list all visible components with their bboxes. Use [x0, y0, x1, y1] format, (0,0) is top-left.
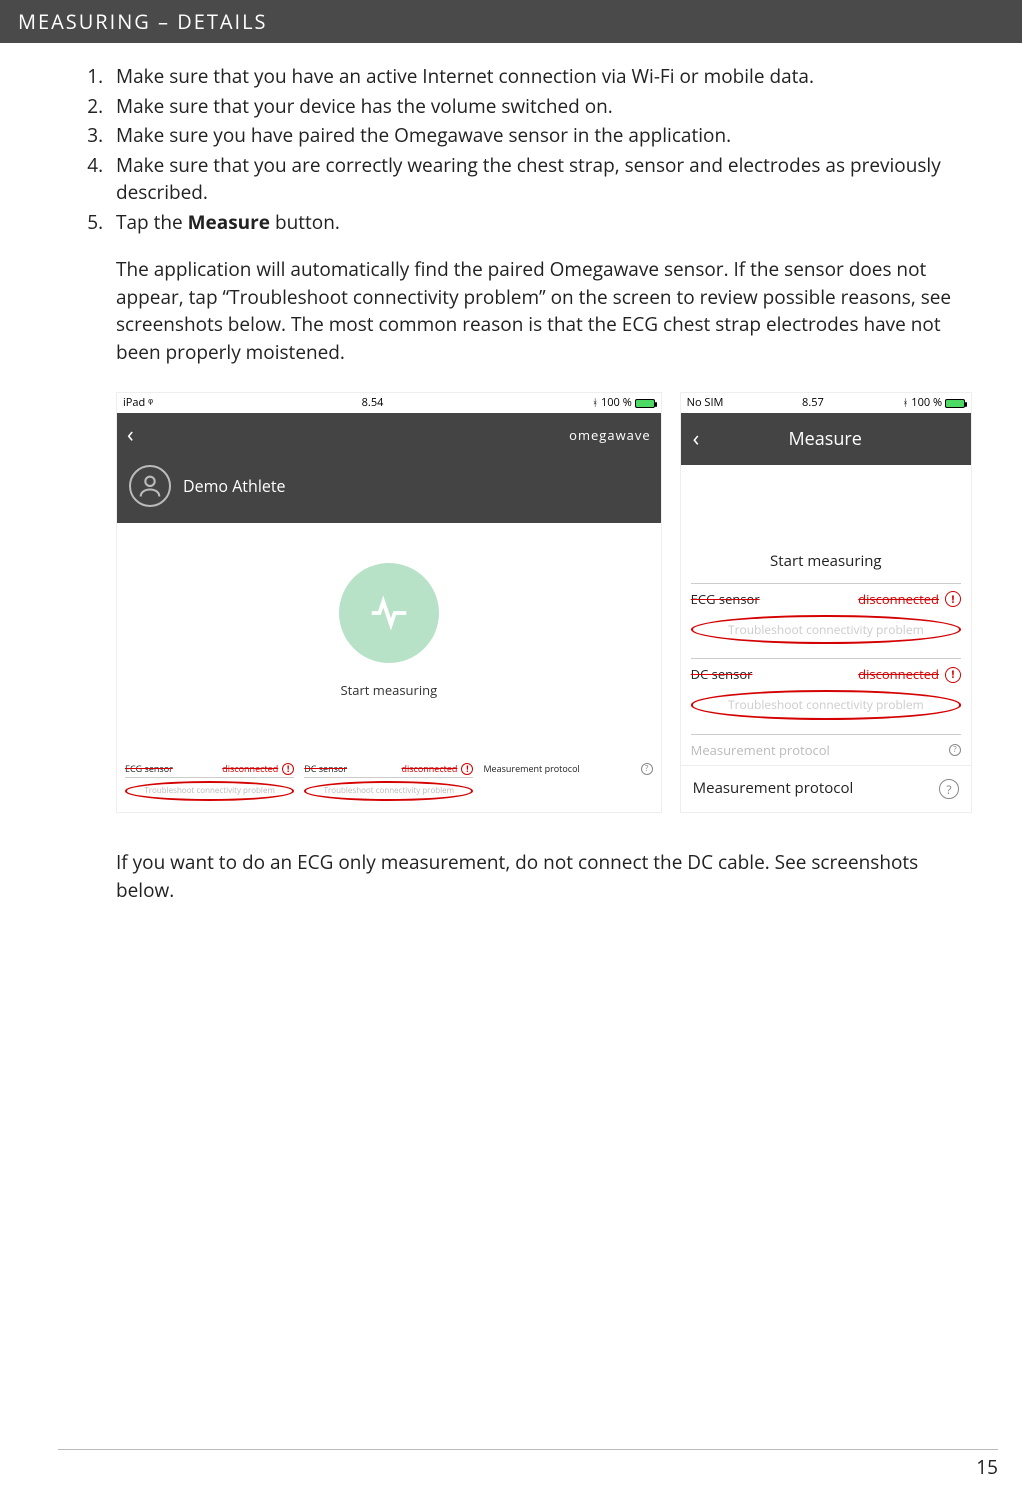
ecg-sensor-label: ECG sensor: [691, 590, 853, 609]
ipad-status-left: iPad ᵠ: [123, 395, 153, 411]
warning-icon: !: [945, 667, 961, 683]
brand-label: omegawave: [569, 426, 651, 445]
dc-column: DC sensor disconnected ! Troubleshoot co…: [304, 760, 473, 801]
help-icon[interactable]: ?: [641, 763, 653, 775]
warning-icon: !: [282, 763, 294, 775]
step-5-prefix: Tap the: [116, 209, 188, 235]
step-2: Make sure that your device has the volum…: [108, 93, 972, 121]
dc-troubleshoot[interactable]: Troubleshoot connectivity problem: [691, 690, 961, 719]
ipad-nav: ‹ omegawave: [117, 413, 661, 457]
ipad-start-area: Start measuring: [117, 523, 661, 710]
dc-troubleshoot[interactable]: Troubleshoot connectivity problem: [304, 781, 473, 801]
phone-nav: ‹ Measure: [681, 413, 971, 465]
step-5: Tap the Measure button.: [108, 209, 972, 237]
phone-ecg-group: ECG sensor disconnected ! Troubleshoot c…: [681, 583, 971, 644]
ipad-status-bar: iPad ᵠ 8.54 ᚼ 100 %: [117, 393, 661, 413]
user-name: Demo Athlete: [183, 475, 286, 498]
help-icon[interactable]: ?: [939, 779, 959, 799]
section-header: MEASURING – DETAILS: [0, 0, 1022, 43]
step-1: Make sure that you have an active Intern…: [108, 63, 972, 91]
protocol-label-faded: Measurement protocol: [691, 741, 943, 760]
battery-icon: [635, 399, 655, 408]
phone-start-label: Start measuring: [681, 545, 971, 583]
dc-status: disconnected: [401, 762, 457, 775]
protocol-label: Measurement protocol: [693, 778, 854, 800]
back-icon[interactable]: ‹: [127, 419, 135, 451]
phone-status-time: 8.57: [802, 395, 824, 411]
content-area: Make sure that you have an active Intern…: [0, 43, 1022, 904]
paragraph-1: The application will automatically find …: [50, 256, 972, 366]
ecg-status: disconnected: [222, 762, 278, 775]
avatar-icon: [129, 465, 171, 507]
paragraph-2: If you want to do an ECG only measuremen…: [50, 849, 972, 904]
battery-icon: [945, 399, 965, 408]
step-3: Make sure you have paired the Omegawave …: [108, 122, 972, 150]
ipad-status-right: ᚼ 100 %: [592, 395, 655, 411]
protocol-column: Measurement protocol ?: [483, 760, 652, 801]
screenshots-row: iPad ᵠ 8.54 ᚼ 100 % ‹ omegawave Demo Ath…: [50, 392, 972, 813]
ecg-sensor-label: ECG sensor: [125, 762, 218, 775]
ecg-troubleshoot[interactable]: Troubleshoot connectivity problem: [691, 615, 961, 644]
phone-protocol-faded: Measurement protocol ?: [681, 734, 971, 766]
ipad-sensors-row: ECG sensor disconnected ! Troubleshoot c…: [117, 710, 661, 809]
warning-icon: !: [945, 591, 961, 607]
phone-battery-pct: 100 %: [911, 395, 942, 410]
phone-dc-group: DC sensor disconnected ! Troubleshoot co…: [681, 658, 971, 719]
ipad-battery-pct: 100 %: [601, 395, 632, 410]
phone-protocol-row[interactable]: Measurement protocol ?: [681, 765, 971, 812]
phone-screenshot: No SIM 8.57 ᚼ 100 % ‹ Measure Start meas…: [680, 392, 972, 813]
protocol-label: Measurement protocol: [483, 762, 636, 775]
bluetooth-icon: ᚼ: [902, 395, 908, 409]
phone-status-right: ᚼ 100 %: [902, 395, 965, 411]
step-5-suffix: button.: [270, 209, 340, 235]
steps-list: Make sure that you have an active Intern…: [50, 63, 972, 236]
help-icon: ?: [949, 744, 961, 756]
ipad-user-row: Demo Athlete: [117, 457, 661, 523]
ecg-troubleshoot[interactable]: Troubleshoot connectivity problem: [125, 781, 294, 801]
page-number: 15: [58, 1449, 998, 1480]
dc-sensor-label: DC sensor: [691, 665, 853, 684]
step-5-bold: Measure: [188, 209, 270, 235]
dc-status: disconnected: [858, 665, 939, 684]
start-label: Start measuring: [117, 681, 661, 700]
phone-status-left: No SIM: [687, 395, 724, 411]
ipad-screenshot: iPad ᵠ 8.54 ᚼ 100 % ‹ omegawave Demo Ath…: [116, 392, 662, 813]
bluetooth-icon: ᚼ: [592, 395, 598, 409]
dc-sensor-label: DC sensor: [304, 762, 397, 775]
ipad-status-time: 8.54: [362, 395, 384, 411]
phone-status-bar: No SIM 8.57 ᚼ 100 %: [681, 393, 971, 413]
phone-title: Measure: [691, 426, 959, 452]
ecg-column: ECG sensor disconnected ! Troubleshoot c…: [125, 760, 294, 801]
ecg-status: disconnected: [858, 590, 939, 609]
warning-icon: !: [461, 763, 473, 775]
step-4: Make sure that you are correctly wearing…: [108, 152, 972, 207]
start-measure-button[interactable]: [339, 563, 439, 663]
